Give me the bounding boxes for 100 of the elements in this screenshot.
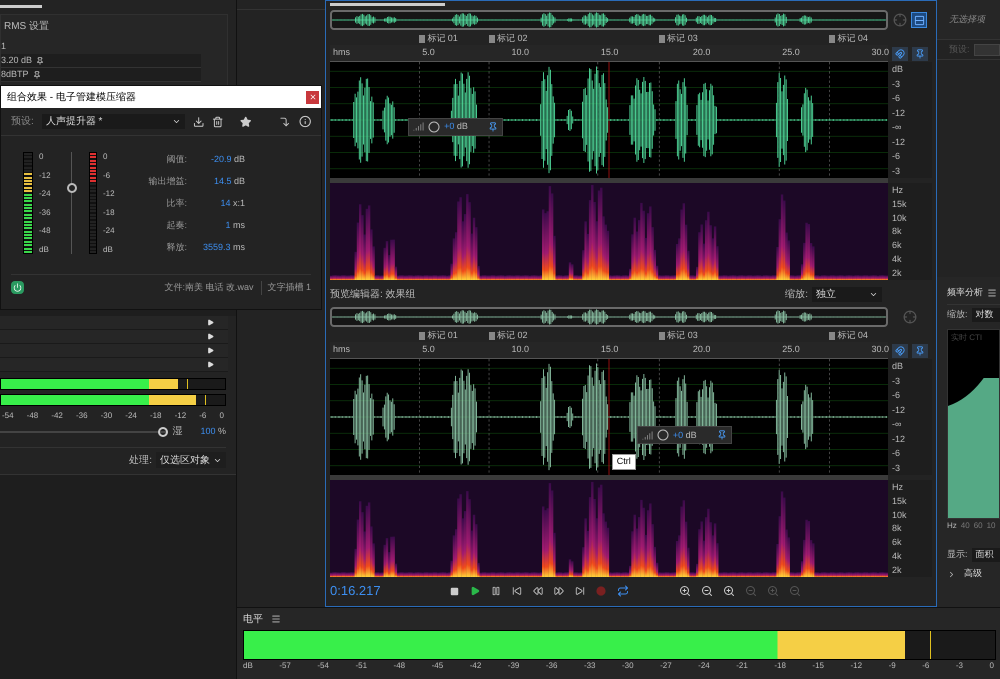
hz-scale-label: 2k [892, 564, 903, 575]
db-scale-label: -12 [892, 108, 906, 118]
expand-icon[interactable] [947, 570, 956, 578]
skip-back-icon[interactable] [512, 586, 522, 596]
routing-icon[interactable] [279, 116, 291, 128]
param-value[interactable]: 3559.3 ms [187, 240, 247, 254]
param-value[interactable]: 14.5 dB [187, 174, 247, 188]
marker-label[interactable]: 标记 03 [659, 32, 698, 45]
overview-bar[interactable] [330, 307, 888, 327]
ruler-label: hms [333, 343, 350, 356]
db-scale-label: dB [892, 361, 904, 371]
favorite-icon[interactable] [240, 116, 252, 128]
scale-label: -6 [199, 410, 206, 422]
ruler-label: 15.0 [600, 46, 618, 59]
hz-scale-label: 8k [892, 523, 903, 534]
param-value[interactable]: 1 ms [187, 218, 247, 232]
skip-forward-icon[interactable] [575, 586, 585, 596]
preset-dropdown[interactable]: 人声提升器 * [42, 114, 185, 129]
marker-label[interactable]: 标记 01 [419, 32, 458, 45]
marker-label[interactable]: 标记 01 [419, 329, 458, 342]
ruler-label: 30.0 [871, 46, 889, 59]
waveform-drawing[interactable] [330, 359, 888, 475]
snap-button[interactable] [892, 46, 908, 60]
pin-icon[interactable] [716, 430, 727, 440]
hz-scale-label: 8k [892, 226, 903, 236]
delete-icon[interactable] [212, 116, 224, 128]
pin-icon[interactable] [488, 122, 498, 132]
volume-icon [413, 121, 424, 132]
display-dropdown[interactable]: 面积 [972, 548, 1000, 562]
pin-button[interactable] [912, 344, 928, 358]
db-scale-label: -6 [892, 151, 902, 162]
db-scale-label: -3 [892, 78, 902, 89]
gain-hud[interactable]: +0 dB [408, 118, 504, 136]
preset-field[interactable] [974, 44, 1000, 56]
magnet-icon [895, 48, 905, 58]
overview-bar[interactable] [330, 10, 888, 30]
gain-value[interactable]: +0 dB [672, 428, 713, 442]
snap-button[interactable] [892, 344, 908, 358]
time-display: 0:16.217 [330, 582, 382, 600]
process-dropdown[interactable]: 仅选区对象 [156, 452, 226, 468]
zoom-in-icon[interactable] [723, 585, 735, 597]
pin-button[interactable] [912, 46, 928, 60]
stop-icon[interactable] [450, 586, 459, 596]
waveform-drawing[interactable] [330, 62, 888, 178]
marker-label[interactable]: 标记 02 [489, 32, 528, 45]
zoom-label: 缩放: [947, 308, 968, 322]
marker-label[interactable]: 标记 03 [659, 329, 698, 342]
file-info: 文件:南美 电话 改.wav [164, 281, 254, 294]
scale-label: -45 [432, 660, 444, 672]
marker-label[interactable]: 标记 04 [829, 32, 868, 45]
pin-icon[interactable] [32, 70, 41, 78]
hz-scale-label: Hz [892, 185, 904, 195]
scale-label: -39 [508, 660, 520, 672]
param-label: 输出增益: [147, 174, 187, 188]
param-value[interactable]: -20.9 dB [187, 152, 247, 166]
gain-knob-icon[interactable] [428, 120, 440, 133]
meter-scale-label: -12 [103, 189, 116, 198]
marker-label[interactable]: 标记 04 [829, 329, 868, 342]
menu-icon[interactable] [271, 614, 281, 624]
gain-value[interactable]: +0 dB [444, 120, 484, 134]
mix-slider[interactable] [0, 426, 168, 436]
threshold-slider[interactable] [67, 152, 77, 254]
hz-scale-label: 6k [892, 537, 903, 548]
play-icon[interactable] [470, 586, 480, 596]
pin-icon[interactable] [36, 56, 44, 64]
scale-label: -15 [812, 660, 824, 672]
zoom-dropdown[interactable]: 对数 [972, 308, 1000, 322]
info-icon[interactable] [298, 115, 311, 128]
scale-label: -51 [355, 660, 368, 672]
mix-value[interactable]: 100 % [200, 424, 226, 438]
marker-label[interactable]: 标记 02 [489, 329, 528, 342]
param-label: 比率: [165, 196, 187, 210]
gain-knob-icon[interactable] [656, 429, 669, 442]
rewind-icon[interactable] [533, 586, 543, 596]
param-label: 释放: [165, 240, 187, 254]
hz-scale-label: 6k [892, 240, 903, 250]
db-scale-label: -12 [892, 434, 906, 444]
zoom-in-icon[interactable] [679, 585, 691, 597]
param-value[interactable]: 14 x:1 [187, 196, 247, 210]
save-preset-icon[interactable] [192, 116, 204, 128]
ruler-label: 25.0 [782, 343, 800, 356]
zoom-dropdown[interactable]: 独立 [812, 286, 882, 302]
advanced-toggle[interactable]: 高级 [964, 567, 982, 581]
hz-scale-label: 15k [892, 198, 908, 209]
loop-icon[interactable] [617, 585, 629, 597]
fast-forward-icon[interactable] [554, 586, 564, 596]
scale-label: -48 [26, 410, 38, 422]
scale-label: -9 [888, 660, 896, 672]
process-label: 处理: [129, 454, 152, 468]
tooltip: Ctrl [612, 454, 636, 470]
zoom-out-icon[interactable] [701, 585, 713, 597]
gain-hud[interactable]: +0 dB [636, 426, 732, 444]
scale-label: dB [243, 660, 253, 672]
meter-scale-label: dB [39, 244, 50, 254]
power-button[interactable] [11, 281, 24, 294]
close-button[interactable] [306, 90, 319, 104]
layout-toggle[interactable] [911, 12, 927, 28]
scale-label: 0 [989, 660, 994, 672]
menu-icon[interactable] [987, 288, 997, 298]
pause-icon[interactable] [491, 586, 501, 596]
